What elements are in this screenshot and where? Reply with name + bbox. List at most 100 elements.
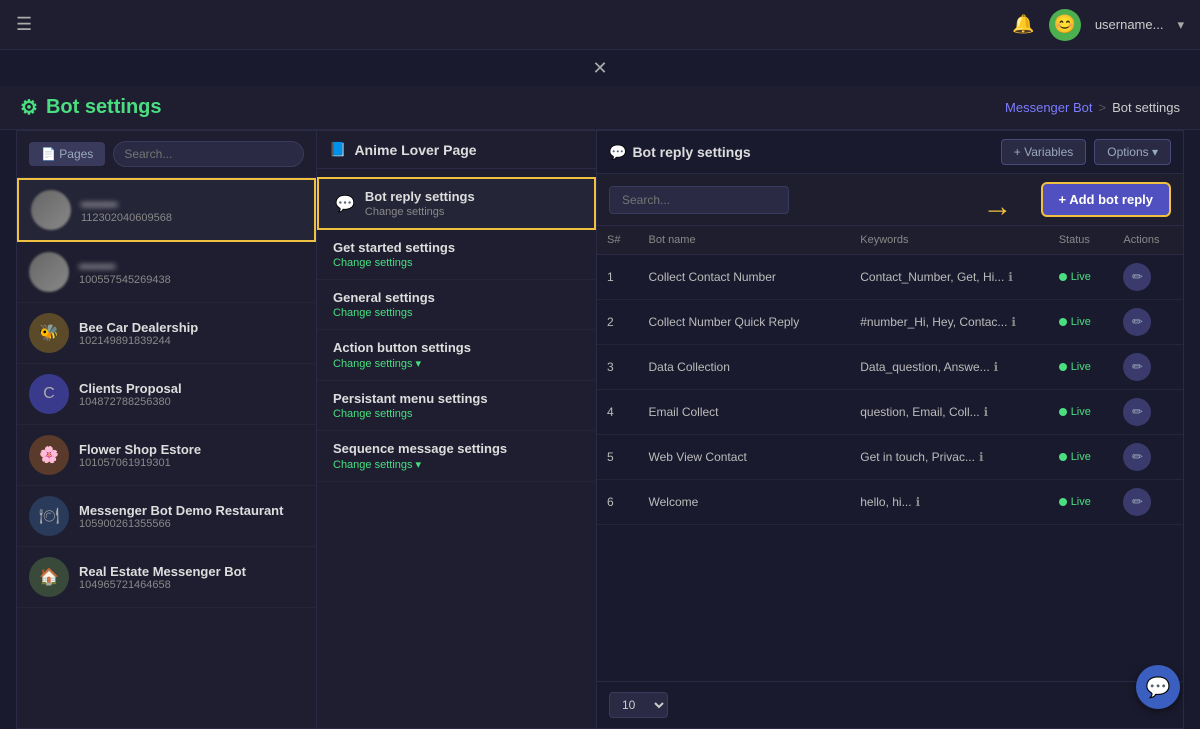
- edit-bot-button[interactable]: ✏: [1123, 308, 1151, 336]
- info-icon[interactable]: ℹ: [916, 495, 921, 509]
- menu-item[interactable]: Action button settingsChange settings ▾: [317, 330, 596, 381]
- cell-sn: 1: [597, 255, 639, 300]
- edit-bot-button[interactable]: ✏: [1123, 398, 1151, 426]
- table-row: 3Data CollectionData_question, Answe...ℹ…: [597, 345, 1183, 390]
- menu-item[interactable]: General settings Change settings: [317, 280, 596, 330]
- cell-keywords: hello, hi...ℹ: [850, 480, 1048, 525]
- page-id: 101057061919301: [79, 457, 201, 469]
- page-id: 104965721464658: [79, 579, 246, 591]
- bot-search-input[interactable]: [609, 186, 789, 214]
- cell-status: Live: [1049, 255, 1114, 300]
- bot-table: S# Bot name Keywords Status Actions 1Col…: [597, 226, 1183, 525]
- chat-fab[interactable]: 💬: [1136, 665, 1180, 709]
- pages-search-input[interactable]: [113, 141, 304, 167]
- nav-right: 🔔 😊 username... ▾: [1012, 9, 1184, 41]
- cell-status: Live: [1049, 345, 1114, 390]
- menu-item[interactable]: Get started settings Change settings: [317, 230, 596, 280]
- right-toolbar: + Add bot reply: [597, 174, 1183, 226]
- edit-bot-button[interactable]: ✏: [1123, 488, 1151, 516]
- page-list-item[interactable]: 🍽Messenger Bot Demo Restaurant1059002613…: [17, 486, 316, 547]
- table-row: 4Email Collectquestion, Email, Coll...ℹL…: [597, 390, 1183, 435]
- page-name: Bee Car Dealership: [79, 320, 198, 335]
- page-info: Clients Proposal104872788256380: [79, 381, 182, 408]
- menu-item-title: Get started settings: [333, 240, 580, 255]
- page-id: 104872788256380: [79, 396, 182, 408]
- edit-bot-button[interactable]: ✏: [1123, 353, 1151, 381]
- cell-keywords: Data_question, Answe...ℹ: [850, 345, 1048, 390]
- cell-sn: 6: [597, 480, 639, 525]
- page-list-item[interactable]: 🐝Bee Car Dealership102149891839244: [17, 303, 316, 364]
- page-list-item[interactable]: 🌸Flower Shop Estore101057061919301: [17, 425, 316, 486]
- per-page-select[interactable]: 102550100: [609, 692, 668, 718]
- info-icon[interactable]: ℹ: [1008, 270, 1013, 284]
- variables-button[interactable]: + Variables: [1001, 139, 1086, 165]
- info-icon[interactable]: ℹ: [1011, 315, 1016, 329]
- pages-button[interactable]: 📄 Pages: [29, 142, 105, 166]
- status-badge: Live: [1059, 361, 1104, 373]
- page-avatar: 🌸: [29, 435, 69, 475]
- status-badge: Live: [1059, 451, 1104, 463]
- menu-item[interactable]: Persistant menu settingsChange settings: [317, 381, 596, 431]
- avatar: 😊: [1049, 9, 1081, 41]
- close-icon[interactable]: ✕: [592, 58, 607, 79]
- col-sn: S#: [597, 226, 639, 255]
- right-panel-title: 💬 Bot reply settings: [609, 144, 751, 161]
- info-icon[interactable]: ℹ: [979, 450, 984, 464]
- menu-list: 💬Bot reply settingsChange settingsGet st…: [317, 169, 596, 728]
- menu-item[interactable]: Sequence message settingsChange settings…: [317, 431, 596, 482]
- cell-botname: Data Collection: [639, 345, 851, 390]
- cell-botname: Collect Contact Number: [639, 255, 851, 300]
- page-list-item[interactable]: ••••••••100557545269438: [17, 242, 316, 303]
- page-list-item[interactable]: 🏠 Real Estate Messenger Bot10496572146465…: [17, 547, 316, 608]
- cell-actions: ✏: [1113, 345, 1183, 390]
- info-icon[interactable]: ℹ: [984, 405, 989, 419]
- left-panel: 📄 Pages ••••••••112302040609568 ••••••••1…: [17, 131, 317, 728]
- page-info: ••••••••112302040609568: [81, 197, 172, 224]
- page-header: ⚙ Bot settings Messenger Bot > Bot setti…: [0, 86, 1200, 130]
- page-title: ⚙ Bot settings: [20, 95, 162, 120]
- bell-icon[interactable]: 🔔: [1012, 14, 1034, 35]
- left-panel-header: 📄 Pages: [17, 131, 316, 178]
- cell-actions: ✏: [1113, 255, 1183, 300]
- middle-panel-title: Anime Lover Page: [354, 142, 476, 158]
- right-title-icon: 💬: [609, 144, 626, 161]
- edit-bot-button[interactable]: ✏: [1123, 263, 1151, 291]
- add-bot-reply-button[interactable]: + Add bot reply: [1041, 182, 1172, 217]
- page-title-text: Bot settings: [46, 96, 162, 119]
- cell-status: Live: [1049, 300, 1114, 345]
- hamburger-icon[interactable]: ☰: [16, 14, 32, 35]
- info-icon[interactable]: ℹ: [994, 360, 999, 374]
- page-list-item[interactable]: ••••••••112302040609568: [17, 178, 316, 242]
- top-nav: ☰ 🔔 😊 username... ▾: [0, 0, 1200, 50]
- menu-item-sub: Change settings: [333, 257, 580, 269]
- col-botname: Bot name: [639, 226, 851, 255]
- menu-item-sub: Change settings: [333, 307, 580, 319]
- cell-keywords: Get in touch, Privac...ℹ: [850, 435, 1048, 480]
- cell-botname: Email Collect: [639, 390, 851, 435]
- bot-table-container: S# Bot name Keywords Status Actions 1Col…: [597, 226, 1183, 681]
- page-avatar: 🏠: [29, 557, 69, 597]
- breadcrumb: Messenger Bot > Bot settings: [1005, 100, 1180, 115]
- page-name: Real Estate Messenger Bot: [79, 564, 246, 579]
- status-badge: Live: [1059, 496, 1104, 508]
- page-name: Messenger Bot Demo Restaurant: [79, 503, 283, 518]
- nav-left: ☰: [16, 14, 32, 35]
- menu-item-title: General settings: [333, 290, 580, 305]
- page-avatar: [29, 252, 69, 292]
- cell-status: Live: [1049, 435, 1114, 480]
- chevron-down-icon[interactable]: ▾: [1177, 17, 1184, 33]
- page-list-item[interactable]: CClients Proposal104872788256380: [17, 364, 316, 425]
- page-info: Bee Car Dealership102149891839244: [79, 320, 198, 347]
- breadcrumb-link[interactable]: Messenger Bot: [1005, 100, 1092, 115]
- main-content: 📄 Pages ••••••••112302040609568 ••••••••1…: [16, 130, 1184, 729]
- menu-item[interactable]: 💬Bot reply settingsChange settings: [317, 177, 596, 230]
- edit-bot-button[interactable]: ✏: [1123, 443, 1151, 471]
- menu-item-title: Persistant menu settings: [333, 391, 580, 406]
- table-row: 2Collect Number Quick Reply#number_Hi, H…: [597, 300, 1183, 345]
- menu-item-title: Action button settings: [333, 340, 580, 355]
- page-name: Clients Proposal: [79, 381, 182, 396]
- menu-item-sub: Change settings: [365, 206, 578, 218]
- options-button[interactable]: Options ▾: [1094, 139, 1171, 165]
- cell-actions: ✏: [1113, 480, 1183, 525]
- table-row: 5Web View ContactGet in touch, Privac...…: [597, 435, 1183, 480]
